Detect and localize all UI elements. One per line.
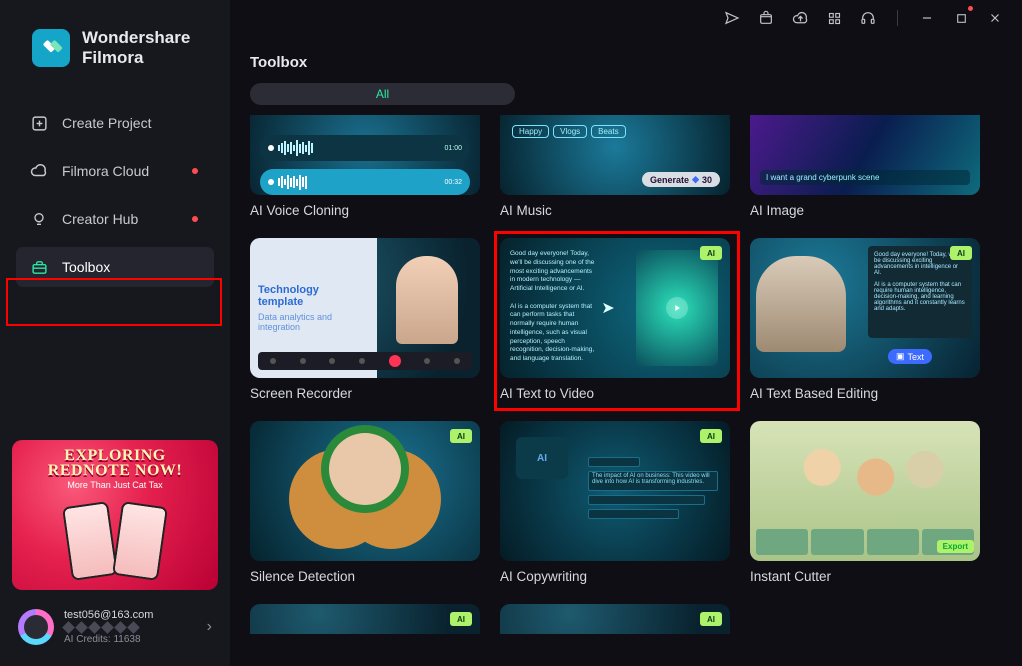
brand-line2: Filmora <box>82 48 190 68</box>
ai-badge: AI <box>700 612 722 626</box>
generate-pill: Generate◆30 <box>642 172 720 187</box>
card-ai-copywriting[interactable]: AI The impact of AI on business: This vi… <box>500 421 730 584</box>
nav-creator-hub[interactable]: Creator Hub <box>16 199 214 239</box>
sidebar-nav: Create Project Filmora Cloud Creator Hub… <box>0 103 230 287</box>
card-more-2[interactable]: AI <box>500 604 730 634</box>
user-tier-icons <box>64 623 197 632</box>
app-logo: Wondershare Filmora <box>0 0 230 85</box>
arrow-right-icon: ➤ <box>601 298 614 318</box>
sidebar: Wondershare Filmora Create Project Filmo… <box>0 0 230 666</box>
card-title: AI Text Based Editing <box>750 386 980 401</box>
headset-icon[interactable] <box>859 9 877 27</box>
nav-label: Creator Hub <box>62 211 138 227</box>
card-thumb: AI The impact of AI on business: This vi… <box>500 421 730 561</box>
nav-toolbox[interactable]: Toolbox <box>16 247 214 287</box>
card-title: AI Image <box>750 203 980 218</box>
card-ai-image[interactable]: I want a grand cyberpunk scene AI Image <box>750 115 980 218</box>
cloud-icon <box>30 162 48 180</box>
waveform: 01:00 <box>260 135 470 161</box>
card-thumb: Export <box>750 421 980 561</box>
card-thumb: AI <box>250 421 480 561</box>
card-more-1[interactable]: AI <box>250 604 480 634</box>
user-card[interactable]: test056@163.com AI Credits: 11638 › <box>12 600 218 654</box>
image-caption: I want a grand cyberpunk scene <box>760 170 970 185</box>
filter-all[interactable]: All <box>250 83 515 105</box>
user-name: test056@163.com <box>64 609 197 621</box>
copy-lines: The impact of AI on business: This video… <box>588 457 718 523</box>
card-ai-music[interactable]: Happy Vlogs Beats Generate◆30 AI Music <box>500 115 730 218</box>
card-thumb: AI <box>500 604 730 634</box>
main-area: Toolbox All 01:00 00:32 AI Voice Cloning… <box>230 0 1022 666</box>
page-title: Toolbox <box>230 36 1022 79</box>
nav-label: Toolbox <box>62 259 110 275</box>
grid-icon[interactable] <box>825 9 843 27</box>
card-voice-cloning[interactable]: 01:00 00:32 AI Voice Cloning <box>250 115 480 218</box>
card-title: AI Voice Cloning <box>250 203 480 218</box>
music-tags: Happy Vlogs Beats <box>510 123 628 140</box>
avatar <box>18 609 54 645</box>
bulb-icon <box>30 211 48 227</box>
ai-badge: AI <box>700 429 722 443</box>
brand-line1: Wondershare <box>82 28 190 48</box>
card-title: AI Text to Video <box>500 386 730 401</box>
nav-label: Filmora Cloud <box>62 163 149 179</box>
record-bar <box>258 352 472 370</box>
promo-title-1: EXPLORING <box>64 448 165 463</box>
toolbox-grid: 01:00 00:32 AI Voice Cloning Happy Vlogs… <box>250 115 1002 634</box>
export-badge: Export <box>937 540 974 553</box>
card-screen-recorder[interactable]: TechnologytemplateData analytics and int… <box>250 238 480 401</box>
logo-icon <box>32 29 70 67</box>
logo-text: Wondershare Filmora <box>82 28 190 67</box>
package-icon[interactable] <box>757 9 775 27</box>
ai-badge: AI <box>950 246 972 260</box>
play-icon <box>666 297 688 319</box>
notification-dot <box>192 216 198 222</box>
card-title: Instant Cutter <box>750 569 980 584</box>
card-thumb: Good day everyone! Today, we'll be discu… <box>750 238 980 378</box>
nav-create-project[interactable]: Create Project <box>16 103 214 143</box>
minimize-button[interactable] <box>918 9 936 27</box>
notification-dot <box>192 168 198 174</box>
cloud-upload-icon[interactable] <box>791 9 809 27</box>
titlebar <box>230 0 1022 36</box>
card-thumb: Good day everyone! Today, we'll be discu… <box>500 238 730 378</box>
ai-chip-icon: AI <box>516 437 568 479</box>
notification-dot <box>968 6 973 11</box>
ai-badge: AI <box>450 612 472 626</box>
plus-square-icon <box>30 115 48 132</box>
sidebar-bottom: EXPLORING REDNOTE NOW! More Than Just Ca… <box>0 440 230 666</box>
card-instant-cutter[interactable]: Export Instant Cutter <box>750 421 980 584</box>
card-thumb: Happy Vlogs Beats Generate◆30 <box>500 115 730 195</box>
card-title: Screen Recorder <box>250 386 480 401</box>
card-text-to-video[interactable]: Good day everyone! Today, we'll be discu… <box>500 238 730 401</box>
nav-filmora-cloud[interactable]: Filmora Cloud <box>16 151 214 191</box>
text-button: ▣ Text <box>888 349 932 364</box>
ai-badge: AI <box>450 429 472 443</box>
promo-illustration <box>12 504 218 584</box>
promo-banner[interactable]: EXPLORING REDNOTE NOW! More Than Just Ca… <box>12 440 218 590</box>
toolbox-icon <box>30 259 48 276</box>
card-title: Silence Detection <box>250 569 480 584</box>
card-silence-detection[interactable]: AI Silence Detection <box>250 421 480 584</box>
card-thumb: TechnologytemplateData analytics and int… <box>250 238 480 378</box>
close-button[interactable] <box>986 9 1004 27</box>
ai-badge: AI <box>700 246 722 260</box>
maximize-button[interactable] <box>952 9 970 27</box>
card-thumb: 01:00 00:32 <box>250 115 480 195</box>
waveform-active: 00:32 <box>260 169 470 195</box>
nav-label: Create Project <box>62 115 151 131</box>
promo-sub: More Than Just Cat Tax <box>67 480 162 490</box>
user-meta: test056@163.com AI Credits: 11638 <box>64 609 197 645</box>
card-thumb: I want a grand cyberpunk scene <box>750 115 980 195</box>
card-thumb: AI <box>250 604 480 634</box>
chevron-right-icon: › <box>207 618 212 636</box>
send-icon[interactable] <box>723 9 741 27</box>
card-text-based-editing[interactable]: Good day everyone! Today, we'll be discu… <box>750 238 980 401</box>
toolbox-grid-wrap: 01:00 00:32 AI Voice Cloning Happy Vlogs… <box>230 115 1022 666</box>
promo-title-2: REDNOTE NOW! <box>48 463 182 478</box>
user-credits: AI Credits: 11638 <box>64 634 197 645</box>
card-title: AI Music <box>500 203 730 218</box>
card-title: AI Copywriting <box>500 569 730 584</box>
titlebar-divider <box>897 10 898 26</box>
